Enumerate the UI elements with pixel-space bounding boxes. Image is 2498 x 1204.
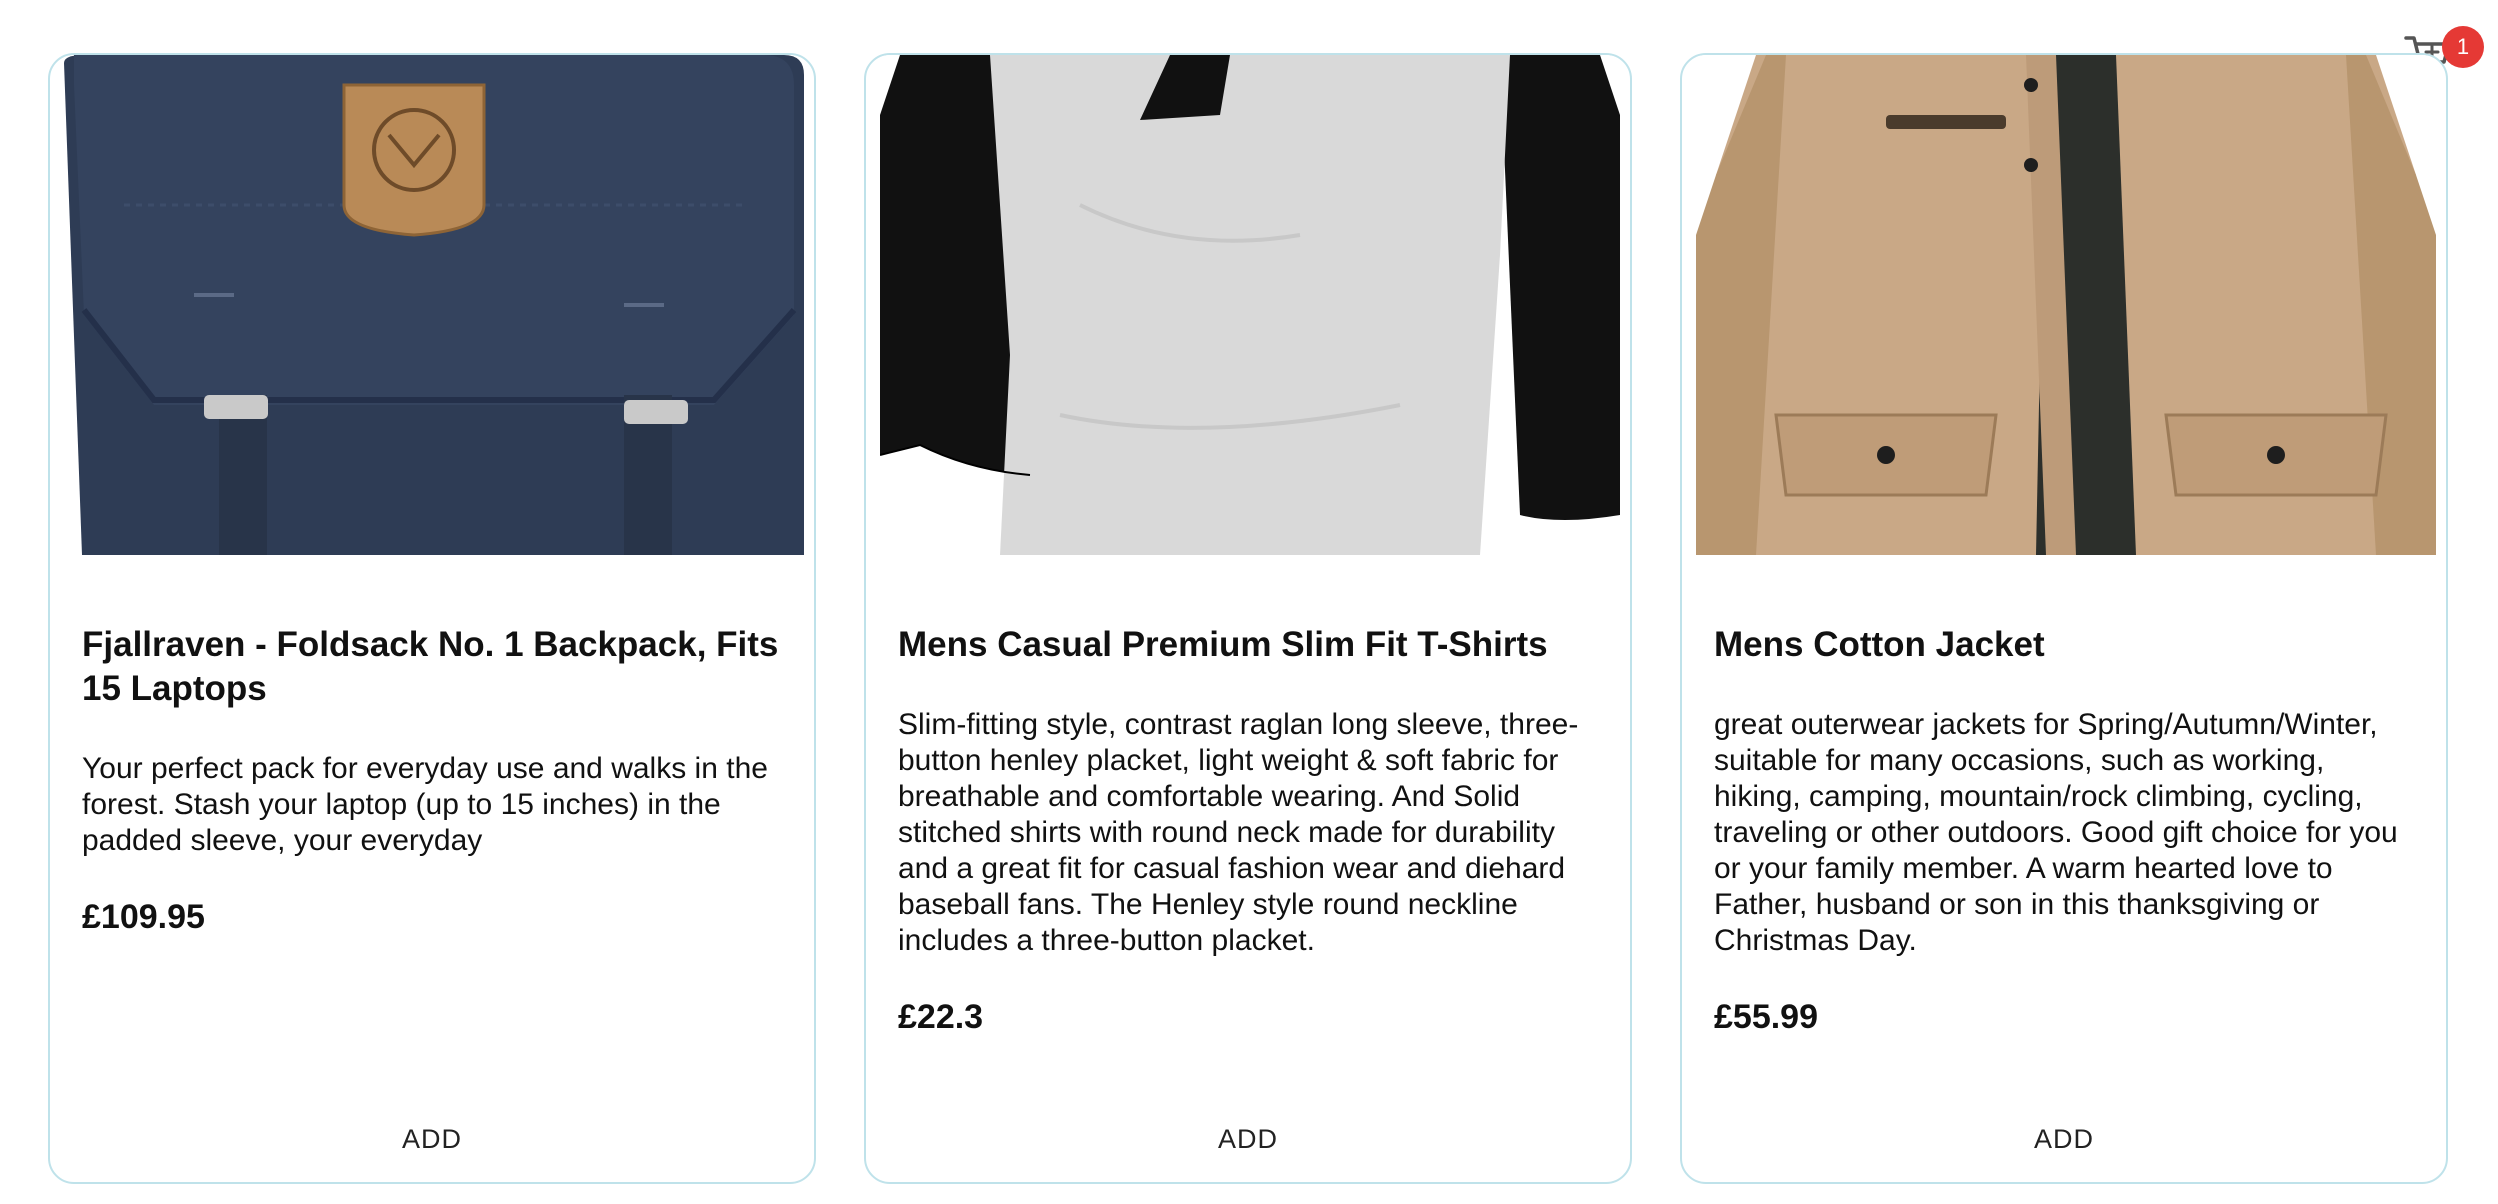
product-info: Mens Casual Premium Slim Fit T-Shirts Sl… (898, 623, 1598, 1037)
product-image (64, 55, 804, 555)
add-to-cart-button[interactable]: ADD (866, 1116, 1630, 1162)
add-to-cart-button[interactable]: ADD (1682, 1116, 2446, 1162)
product-card: Mens Cotton Jacket great outerwear jacke… (1680, 53, 2448, 1184)
product-grid: Fjallraven - Foldsack No. 1 Backpack, Fi… (48, 53, 2454, 1186)
product-price: £55.99 (1714, 998, 1818, 1036)
product-info: Mens Cotton Jacket great outerwear jacke… (1714, 623, 2414, 1037)
product-card: Mens Casual Premium Slim Fit T-Shirts Sl… (864, 53, 1632, 1184)
product-price: £109.95 (82, 898, 205, 936)
product-title: Mens Cotton Jacket (1714, 625, 2045, 664)
product-description: Your perfect pack for everyday use and w… (82, 752, 768, 857)
product-title: Mens Casual Premium Slim Fit T-Shirts (898, 625, 1548, 664)
jacket-image (1696, 55, 2436, 555)
product-description: Slim-fitting style, contrast raglan long… (898, 708, 1579, 957)
tshirt-image (880, 55, 1620, 555)
product-image (880, 55, 1620, 555)
product-title: Fjallraven - Foldsack No. 1 Backpack, Fi… (82, 625, 779, 708)
backpack-image (64, 55, 804, 555)
product-description: great outerwear jackets for Spring/Autum… (1714, 708, 2398, 957)
product-price: £22.3 (898, 998, 984, 1036)
product-info: Fjallraven - Foldsack No. 1 Backpack, Fi… (82, 623, 782, 937)
product-card: Fjallraven - Foldsack No. 1 Backpack, Fi… (48, 53, 816, 1184)
product-image (1696, 55, 2436, 555)
add-to-cart-button[interactable]: ADD (50, 1116, 814, 1162)
product-page: 1 Fjallraven - Foldsack No. 1 Backpack, … (0, 0, 2498, 1204)
